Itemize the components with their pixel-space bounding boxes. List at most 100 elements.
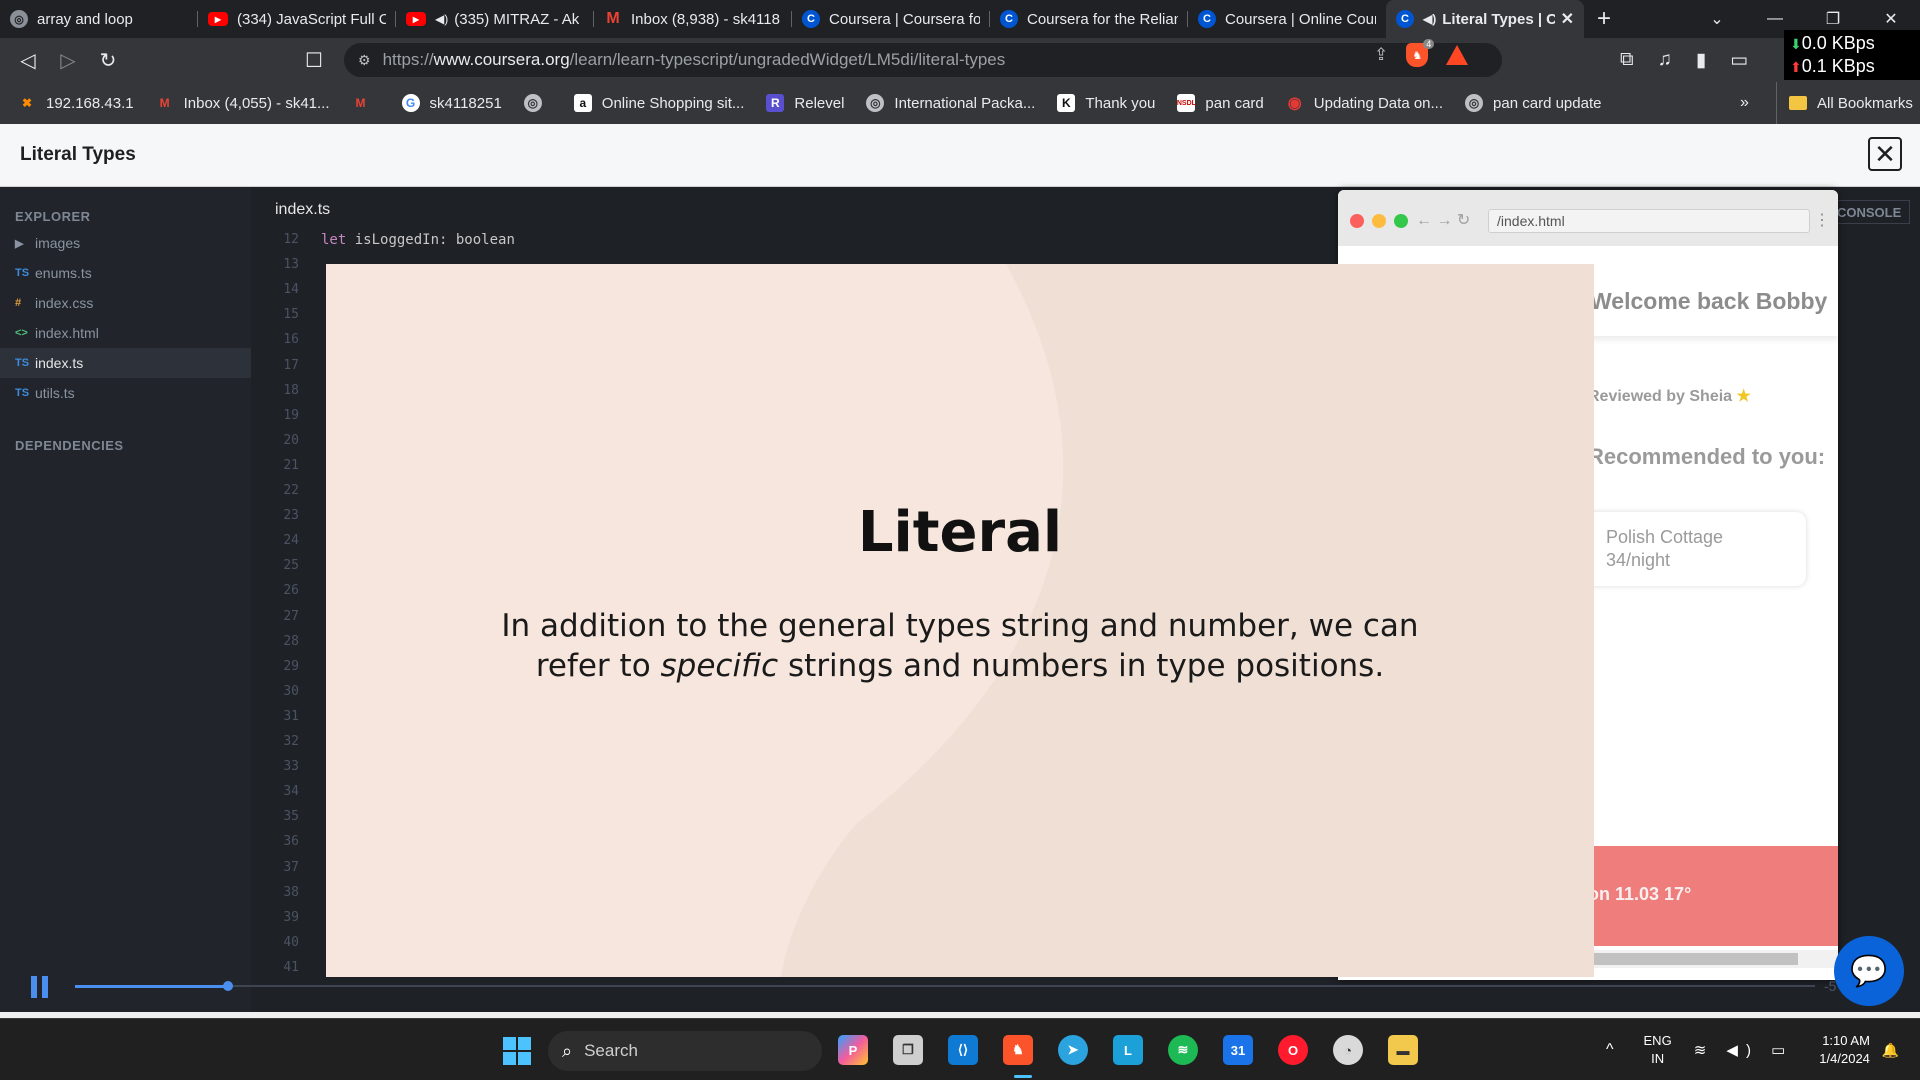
bookmark-item[interactable]: M: [352, 94, 380, 112]
tab[interactable]: ▶ (334) JavaScript Full Co: [198, 0, 396, 38]
google-icon: G: [401, 94, 420, 112]
reload-icon[interactable]: ↻: [88, 48, 128, 73]
new-tab-button[interactable]: +: [1584, 5, 1624, 33]
preview-nav-icons[interactable]: ← → ↻: [1416, 210, 1470, 230]
url-text[interactable]: https://www.coursera.org/learn/learn-typ…: [383, 50, 1006, 70]
bookmark-item[interactable]: M Inbox (4,055) - sk41...: [156, 94, 330, 112]
upload-speed: 0.1 KBps: [1801, 56, 1875, 76]
wifi-volume-battery-icons[interactable]: ≋ ◀) ▭: [1694, 1041, 1794, 1059]
console-tab[interactable]: CONSOLE: [1830, 200, 1910, 224]
forward-icon[interactable]: ▷: [48, 48, 88, 73]
task-view-icon[interactable]: ❐: [893, 1035, 923, 1065]
tab[interactable]: C Coursera for the Relian: [990, 0, 1188, 38]
l-app-icon[interactable]: L: [1113, 1035, 1143, 1065]
vscode-icon[interactable]: ⟨⟩: [948, 1035, 978, 1065]
show-hidden-icons[interactable]: ^: [1606, 1041, 1614, 1059]
close-lesson-button[interactable]: ✕: [1868, 137, 1902, 171]
sidebar-icon[interactable]: ▮: [1696, 49, 1706, 72]
file-index-css[interactable]: # index.css: [0, 288, 251, 318]
progress-track[interactable]: [75, 981, 1815, 991]
minimize-dot-icon[interactable]: [1372, 214, 1386, 228]
copilot-icon[interactable]: P: [838, 1035, 868, 1065]
line-number: 21: [283, 457, 299, 473]
tab-active[interactable]: C ◀) Literal Types | C ✕: [1386, 0, 1584, 38]
pause-button[interactable]: [31, 976, 51, 998]
file-label: index.html: [35, 325, 99, 341]
telegram-icon[interactable]: ➤: [1058, 1035, 1088, 1065]
file-enums-ts[interactable]: TS enums.ts: [0, 258, 251, 288]
speaker-icon[interactable]: ◀): [1423, 12, 1436, 26]
brave-rewards-icon[interactable]: [1446, 45, 1469, 65]
system-tray: ^ ENG IN ≋ ◀) ▭ 1:10 AM 1/4/2024 🔔: [1606, 1019, 1899, 1080]
tab-search-icon[interactable]: ⌄: [1688, 9, 1746, 29]
editor-tab[interactable]: index.ts: [275, 201, 330, 219]
shield-count: 4: [1423, 39, 1435, 49]
slide-body-emphasis: specific: [660, 648, 779, 684]
restore-icon[interactable]: ❐: [1804, 9, 1862, 29]
taskbar-search[interactable]: ⌕ Search: [548, 1031, 822, 1071]
clock-app-icon[interactable]: ◔: [1333, 1035, 1363, 1065]
star-icon: ★: [1736, 388, 1751, 405]
back-icon[interactable]: ◁: [8, 48, 48, 73]
language-indicator[interactable]: ENG IN: [1644, 1032, 1672, 1068]
bookmarks-overflow-button[interactable]: »: [1740, 82, 1749, 124]
typescript-icon: TS: [15, 357, 30, 369]
minimize-icon[interactable]: —: [1746, 10, 1804, 28]
bookmark-item[interactable]: K Thank you: [1057, 94, 1155, 112]
bookmark-item[interactable]: ◉ Updating Data on...: [1286, 94, 1443, 113]
file-index-ts[interactable]: TS index.ts: [0, 348, 251, 378]
url-scheme: https://: [382, 50, 434, 69]
tab[interactable]: ◎ array and loop: [0, 0, 198, 38]
property-card[interactable]: Polish Cottage 34/night: [1578, 512, 1806, 586]
share-icon[interactable]: ⇪: [1374, 45, 1388, 65]
site-info-icon[interactable]: ⚙: [358, 52, 371, 69]
bookmark-label: pan card: [1205, 94, 1264, 112]
line-number: 23: [283, 508, 299, 524]
bookmarks-bar: ✖ 192.168.43.1 M Inbox (4,055) - sk41... M…: [0, 82, 1920, 124]
bookmark-item[interactable]: Gsk4118251: [401, 94, 502, 112]
close-dot-icon[interactable]: [1350, 214, 1364, 228]
opera-icon[interactable]: O: [1278, 1035, 1308, 1065]
bookmark-item[interactable]: R Relevel: [766, 94, 844, 112]
speaker-icon[interactable]: ◀): [435, 12, 448, 26]
file-explorer-icon[interactable]: ▬: [1388, 1035, 1418, 1065]
bookmark-item[interactable]: a Online Shopping sit...: [573, 94, 744, 112]
gmail-icon: M: [355, 96, 366, 110]
calendar-icon[interactable]: 31: [1223, 1035, 1253, 1065]
line-number: 30: [283, 683, 299, 699]
bookmark-label: Relevel: [794, 94, 845, 112]
address-bar[interactable]: ⚙ https://www.coursera.org/learn/learn-t…: [344, 43, 1502, 77]
clock[interactable]: 1:10 AM 1/4/2024: [1819, 1032, 1870, 1068]
globe-icon: ◎: [866, 94, 885, 112]
file-index-html[interactable]: <> index.html: [0, 318, 251, 348]
bookmark-item[interactable]: ✖ 192.168.43.1: [18, 94, 134, 112]
brave-shields-icon[interactable]: ♞ 4: [1406, 39, 1435, 67]
line-number: 37: [283, 859, 299, 875]
media-icon[interactable]: ♫: [1658, 49, 1672, 71]
tab[interactable]: C Coursera | Coursera for: [792, 0, 990, 38]
bookmark-item[interactable]: NSDL pan card: [1177, 94, 1264, 112]
folder-images[interactable]: ▶ images: [0, 228, 251, 258]
extensions-icon[interactable]: ⧉: [1620, 49, 1634, 71]
tab[interactable]: C Coursera | Online Coun: [1188, 0, 1386, 38]
close-tab-icon[interactable]: ✕: [1555, 9, 1574, 29]
bookmark-item[interactable]: ◎ pan card update: [1465, 94, 1601, 112]
all-bookmarks-button[interactable]: All Bookmarks: [1776, 82, 1913, 124]
maximize-dot-icon[interactable]: [1394, 214, 1408, 228]
close-window-icon[interactable]: ✕: [1862, 9, 1920, 29]
notification-bell-icon[interactable]: 🔔: [1882, 1042, 1899, 1059]
tab[interactable]: ▶ ◀) (335) MITRAZ - Ak: [396, 0, 594, 38]
bookmark-icon[interactable]: ☐: [294, 48, 334, 73]
chat-button[interactable]: 💬: [1834, 936, 1904, 1006]
preview-url-field[interactable]: /index.html: [1488, 209, 1810, 233]
brave-icon[interactable]: ♞: [1003, 1035, 1033, 1065]
tab[interactable]: M Inbox (8,938) - sk4118: [594, 0, 792, 38]
spotify-icon[interactable]: ≋: [1168, 1035, 1198, 1065]
bookmark-item[interactable]: ◎: [523, 94, 552, 112]
windows-start-icon[interactable]: [503, 1037, 531, 1065]
file-utils-ts[interactable]: TS utils.ts: [0, 378, 251, 408]
bookmark-item[interactable]: ◎ International Packa...: [866, 94, 1035, 112]
scrollbar-thumb[interactable]: [1578, 953, 1798, 965]
wallet-icon[interactable]: ▭: [1730, 49, 1748, 72]
more-options-icon[interactable]: ⋮: [1814, 210, 1830, 230]
